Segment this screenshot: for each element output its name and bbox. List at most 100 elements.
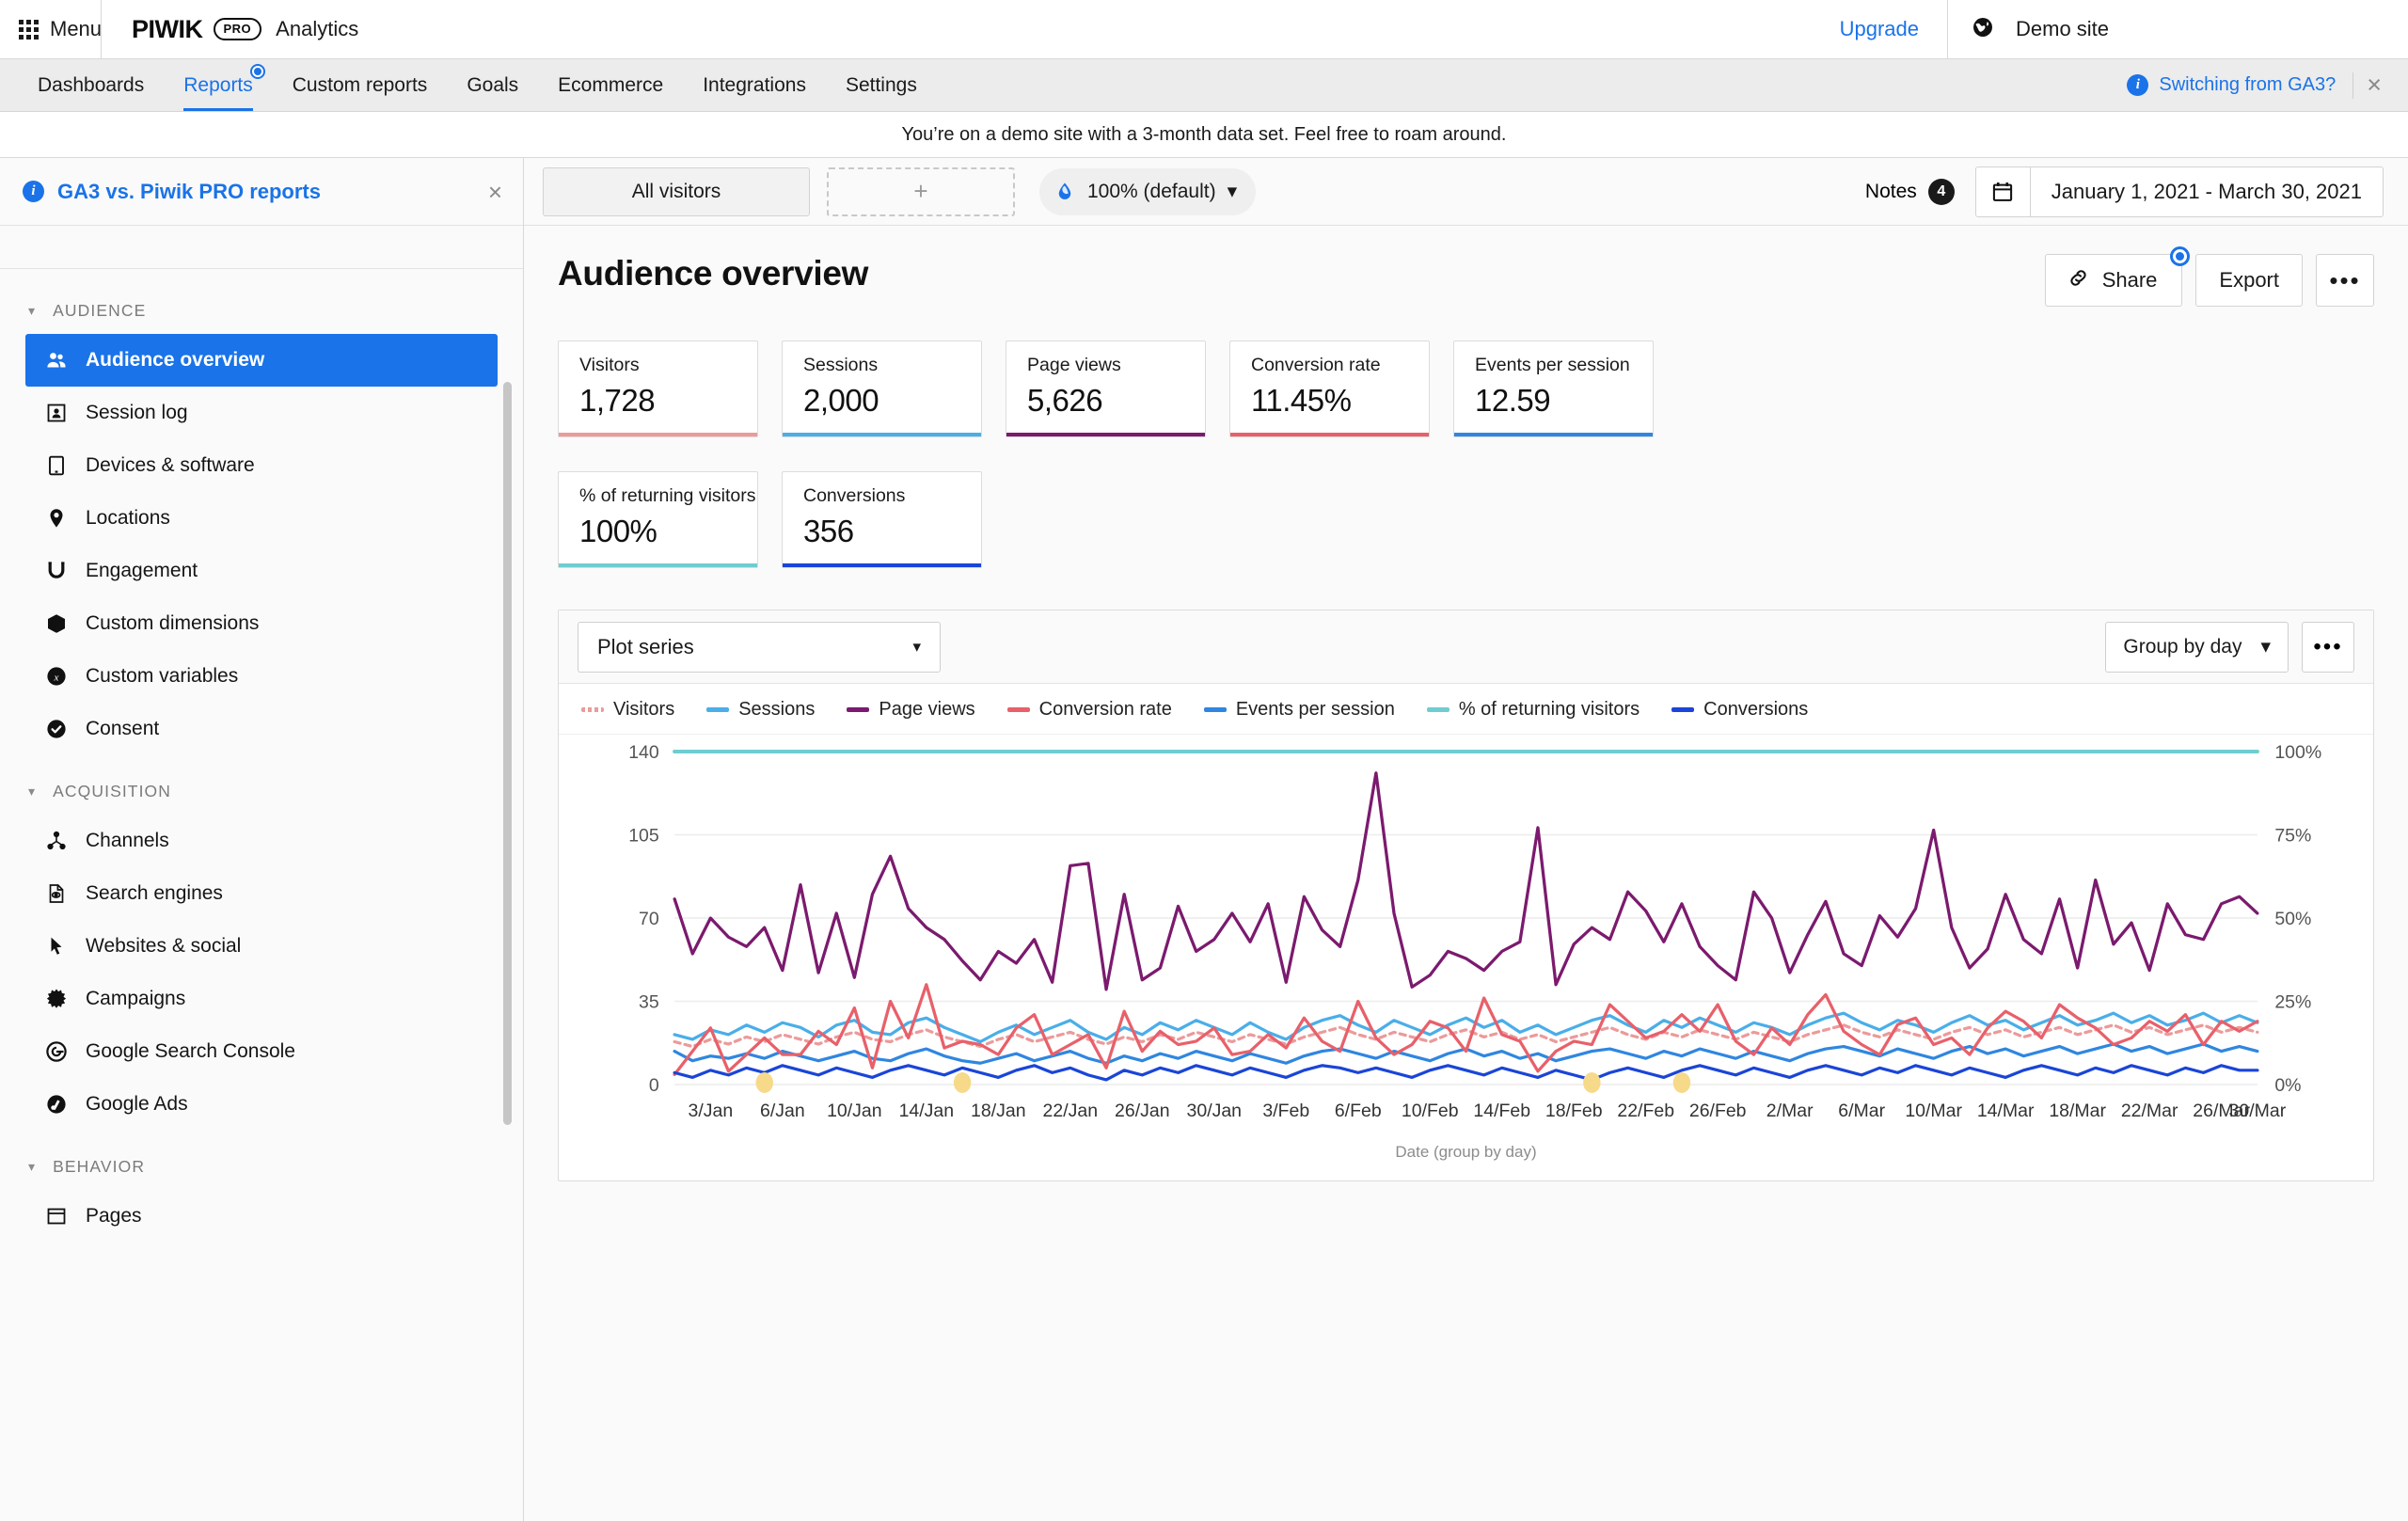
sidebar-item-channels[interactable]: Channels [25,815,498,867]
chart-note-marker[interactable] [1583,1072,1601,1093]
sidebar-notice-label: GA3 vs. Piwik PRO reports [57,179,321,203]
demo-banner: You’re on a demo site with a 3-month dat… [0,112,2408,158]
date-range-picker[interactable]: January 1, 2021 - March 30, 2021 [1974,166,2384,217]
sidebar: i GA3 vs. Piwik PRO reports × ▾ AUDIENCE… [0,158,524,1521]
chart-series-line [673,1064,2259,1082]
notes-button[interactable]: Notes 4 [1865,178,1955,205]
site-selector[interactable]: Demo site [1947,0,2408,58]
sidebar-scrollbar[interactable] [503,382,512,1521]
nav-item-ecommerce[interactable]: Ecommerce [538,59,683,111]
sidebar-item-custom-variables-label: Custom variables [86,665,239,687]
kpi-value: 2,000 [803,382,879,418]
sidebar-group-acquisition[interactable]: ▾ ACQUISITION [0,768,523,815]
kpi-card-page-views[interactable]: Page views 5,626 [1006,341,1206,437]
nav-item-integrations[interactable]: Integrations [683,59,826,111]
sidebar-item-websites-social[interactable]: Websites & social [25,920,498,973]
sidebar-item-engagement[interactable]: Engagement [25,545,498,597]
sidebar-item-pages[interactable]: Pages [25,1190,498,1243]
legend-swatch-icon [847,707,870,712]
chart-plot-area[interactable]: 0 0% 35 25% 70 50% 105 75% 140 100% 3/Jan 6/Jan 10/J… [559,735,2373,1139]
close-icon[interactable]: × [2353,72,2395,98]
chart-note-marker[interactable] [953,1072,972,1093]
chart-x-tick: 14/Feb [1473,1101,1530,1121]
svg-text:x: x [54,673,59,684]
chevron-down-icon: ▾ [28,303,37,318]
kpi-card-conversions[interactable]: Conversions 356 [782,471,982,568]
legend-item-events-per-session[interactable]: Events per session [1203,699,1395,721]
sampling-selector[interactable]: 100% (default) ▾ [1039,167,1257,215]
group-by-select[interactable]: Group by day ▾ [2105,621,2289,673]
chart-note-marker[interactable] [755,1072,773,1093]
nav-item-goals[interactable]: Goals [447,59,538,111]
segment-all-visitors-button[interactable]: All visitors [543,166,810,216]
report-more-button[interactable]: ••• [2316,254,2374,307]
sidebar-item-google-search-console[interactable]: Google Search Console [25,1025,498,1078]
brand-pro-badge: PRO [213,18,262,40]
close-icon[interactable]: × [488,180,502,204]
chart-y-right-tick: 100% [2274,743,2321,763]
nav-item-settings[interactable]: Settings [826,59,937,111]
chart-svg: 0 0% 35 25% 70 50% 105 75% 140 100% 3/Jan 6/Jan 10/J… [628,743,2321,1121]
sidebar-notice[interactable]: i GA3 vs. Piwik PRO reports × [0,158,523,226]
reports-new-badge-icon [249,64,265,79]
legend-swatch-icon [1671,707,1695,712]
person-card-icon [44,401,69,425]
chevron-down-icon: ▾ [28,1159,37,1174]
upgrade-link[interactable]: Upgrade [1812,0,1947,58]
chart-x-tick: 2/Mar [1766,1101,1814,1121]
search-page-icon [44,881,69,906]
sidebar-filter-strip[interactable] [0,226,523,269]
legend-item-conversion-rate[interactable]: Conversion rate [1006,699,1172,721]
top-bar-right: Upgrade Demo site [1812,0,2408,58]
export-button[interactable]: Export [2195,254,2303,307]
sidebar-item-audience-overview[interactable]: Audience overview [25,334,498,387]
legend-item-conversions[interactable]: Conversions [1671,699,1808,721]
sidebar-item-custom-dimensions[interactable]: Custom dimensions [25,597,498,650]
google-g-icon [44,1039,69,1064]
kpi-card-events-per-session[interactable]: Events per session 12.59 [1453,341,1654,437]
sidebar-group-audience-label: AUDIENCE [53,301,147,320]
nav-item-reports[interactable]: Reports [164,59,273,111]
sidebar-item-google-ads[interactable]: Google Ads [25,1078,498,1131]
chart-note-marker[interactable] [1672,1072,1691,1093]
kpi-card-visitors[interactable]: Visitors 1,728 [558,341,758,437]
legend-item-visitors[interactable]: Visitors [581,699,674,721]
legend-item-sessions[interactable]: Sessions [706,699,815,721]
sidebar-item-google-search-console-label: Google Search Console [86,1040,295,1062]
sidebar-item-session-log[interactable]: Session log [25,387,498,439]
switching-from-ga3-link[interactable]: i Switching from GA3? [2127,71,2354,99]
map-pin-icon [44,506,69,531]
kpi-card-conversion-rate[interactable]: Conversion rate 11.45% [1229,341,1430,437]
menu-button[interactable]: Menu [0,0,102,58]
share-button[interactable]: Share [2044,246,2191,307]
legend-item-page-views[interactable]: Page views [847,699,975,721]
kpi-card-sessions[interactable]: Sessions 2,000 [782,341,982,437]
sidebar-group-audience[interactable]: ▾ AUDIENCE [0,288,523,334]
sidebar-item-consent-label: Consent [86,718,160,739]
sidebar-item-custom-variables[interactable]: x Custom variables [25,650,498,703]
page-body: i GA3 vs. Piwik PRO reports × ▾ AUDIENCE… [0,158,2408,1521]
legend-item-of-returning-visitors[interactable]: % of returning visitors [1426,699,1640,721]
sidebar-item-consent[interactable]: Consent [25,703,498,755]
kpi-label: Visitors [579,355,640,375]
chart-more-button[interactable]: ••• [2302,621,2354,673]
legend-label: Sessions [738,699,816,720]
chart-toolbar-right: Group by day ▾ ••• [2105,621,2354,673]
sidebar-group-behavior[interactable]: ▾ BEHAVIOR [0,1144,523,1190]
chart-y-left-tick: 0 [649,1076,659,1096]
sidebar-item-campaigns[interactable]: Campaigns [25,973,498,1025]
sidebar-item-search-engines[interactable]: Search engines [25,867,498,920]
chart-y-right-tick: 75% [2274,827,2311,847]
kpi-card-returning-visitors[interactable]: % of returning visitors 100% [558,471,758,568]
kpi-label: Events per session [1475,355,1630,375]
sidebar-scrollbar-thumb[interactable] [503,382,512,1125]
sidebar-item-devices-software[interactable]: Devices & software [25,439,498,492]
nav-item-dashboards[interactable]: Dashboards [18,59,164,111]
chart-x-tick: 3/Jan [689,1101,734,1121]
kpi-color-bar [1230,433,1429,436]
plot-series-select[interactable]: Plot series ▾ [578,621,941,673]
nav-item-custom-reports[interactable]: Custom reports [273,59,448,111]
sidebar-item-locations[interactable]: Locations [25,492,498,545]
chart-x-tick: 18/Jan [971,1101,1026,1121]
add-segment-button[interactable]: + [827,166,1015,216]
